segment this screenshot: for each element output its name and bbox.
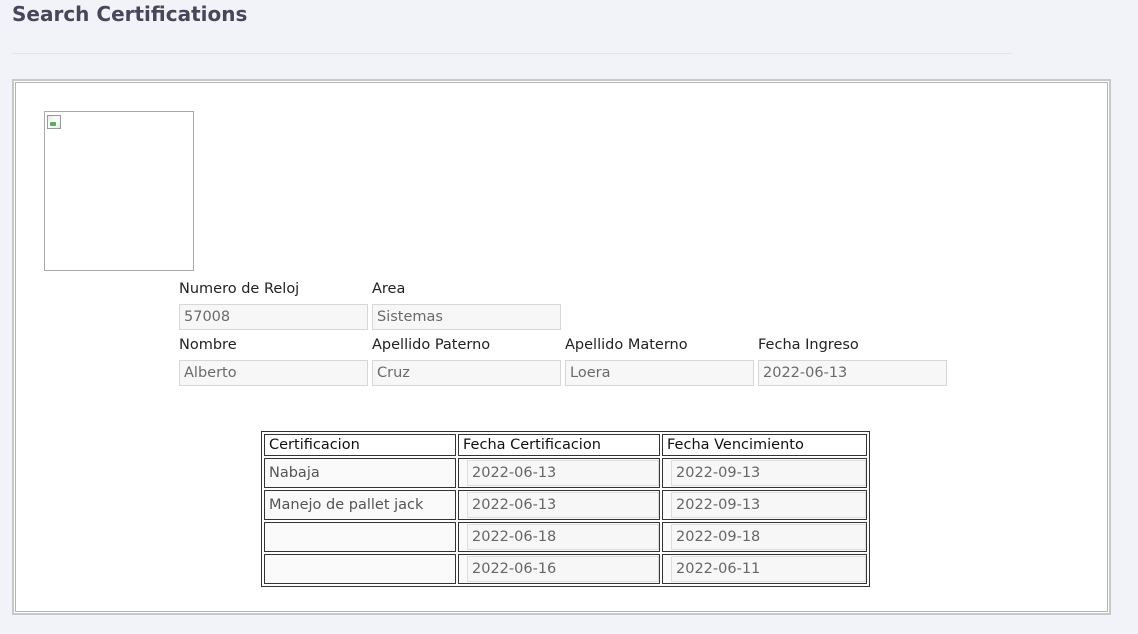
- certifications-table: Certificacion Fecha Certificacion Fecha …: [261, 431, 870, 587]
- header-certificacion: Certificacion: [264, 434, 456, 456]
- nombre-input[interactable]: [179, 360, 368, 386]
- table-header-row: Certificacion Fecha Certificacion Fecha …: [264, 434, 867, 456]
- numero-reloj-input[interactable]: [179, 304, 368, 330]
- cell-certificacion: Nabaja: [264, 458, 456, 488]
- cell-fecha-certificacion: [458, 458, 660, 488]
- area-input[interactable]: [372, 304, 561, 330]
- fecha-vencimiento-input[interactable]: [671, 524, 866, 550]
- field-apellido-materno: Apellido Materno: [565, 336, 754, 386]
- cell-fecha-certificacion: [458, 554, 660, 584]
- table-row: [264, 522, 867, 552]
- cell-fecha-vencimiento: [662, 458, 867, 488]
- field-fecha-ingreso: Fecha Ingreso: [758, 336, 947, 386]
- fecha-vencimiento-input[interactable]: [671, 460, 866, 486]
- apellido-materno-label: Apellido Materno: [565, 337, 688, 353]
- apellido-paterno-label: Apellido Paterno: [372, 337, 491, 353]
- fecha-certificacion-input[interactable]: [467, 492, 659, 518]
- certification-panel: Numero de Reloj Area Nombre Apellido Pat…: [12, 79, 1111, 615]
- cell-certificacion: [264, 554, 456, 584]
- fecha-certificacion-input[interactable]: [467, 460, 659, 486]
- employee-photo: [44, 111, 194, 271]
- table-row: [264, 554, 867, 584]
- cell-fecha-vencimiento: [662, 522, 867, 552]
- page-title: Search Certifications: [12, 2, 248, 26]
- certificacion-text: Manejo de pallet jack: [269, 497, 424, 513]
- certification-panel-inner: Numero de Reloj Area Nombre Apellido Pat…: [15, 82, 1108, 612]
- certificacion-text: Nabaja: [269, 465, 320, 481]
- fecha-certificacion-input[interactable]: [467, 556, 659, 582]
- cell-fecha-vencimiento: [662, 554, 867, 584]
- numero-reloj-label: Numero de Reloj: [179, 281, 300, 297]
- cell-certificacion: Manejo de pallet jack: [264, 490, 456, 520]
- table-row: Manejo de pallet jack: [264, 490, 867, 520]
- header-fecha-certificacion: Fecha Certificacion: [458, 434, 660, 456]
- cell-fecha-certificacion: [458, 522, 660, 552]
- fecha-certificacion-input[interactable]: [467, 524, 659, 550]
- apellido-materno-input[interactable]: [565, 360, 754, 386]
- header-fecha-vencimiento: Fecha Vencimiento: [662, 434, 867, 456]
- field-numero-reloj: Numero de Reloj: [179, 280, 368, 330]
- fecha-vencimiento-input[interactable]: [671, 492, 866, 518]
- field-area: Area: [372, 280, 561, 330]
- apellido-paterno-input[interactable]: [372, 360, 561, 386]
- area-label: Area: [372, 281, 406, 297]
- broken-image-icon: [47, 115, 61, 129]
- field-nombre: Nombre: [179, 336, 368, 386]
- title-divider: [12, 53, 1012, 54]
- cell-certificacion: [264, 522, 456, 552]
- fecha-ingreso-input[interactable]: [758, 360, 947, 386]
- fecha-vencimiento-input[interactable]: [671, 556, 866, 582]
- table-row: Nabaja: [264, 458, 867, 488]
- fecha-ingreso-label: Fecha Ingreso: [758, 337, 859, 353]
- field-apellido-paterno: Apellido Paterno: [372, 336, 561, 386]
- cell-fecha-certificacion: [458, 490, 660, 520]
- nombre-label: Nombre: [179, 337, 237, 353]
- cell-fecha-vencimiento: [662, 490, 867, 520]
